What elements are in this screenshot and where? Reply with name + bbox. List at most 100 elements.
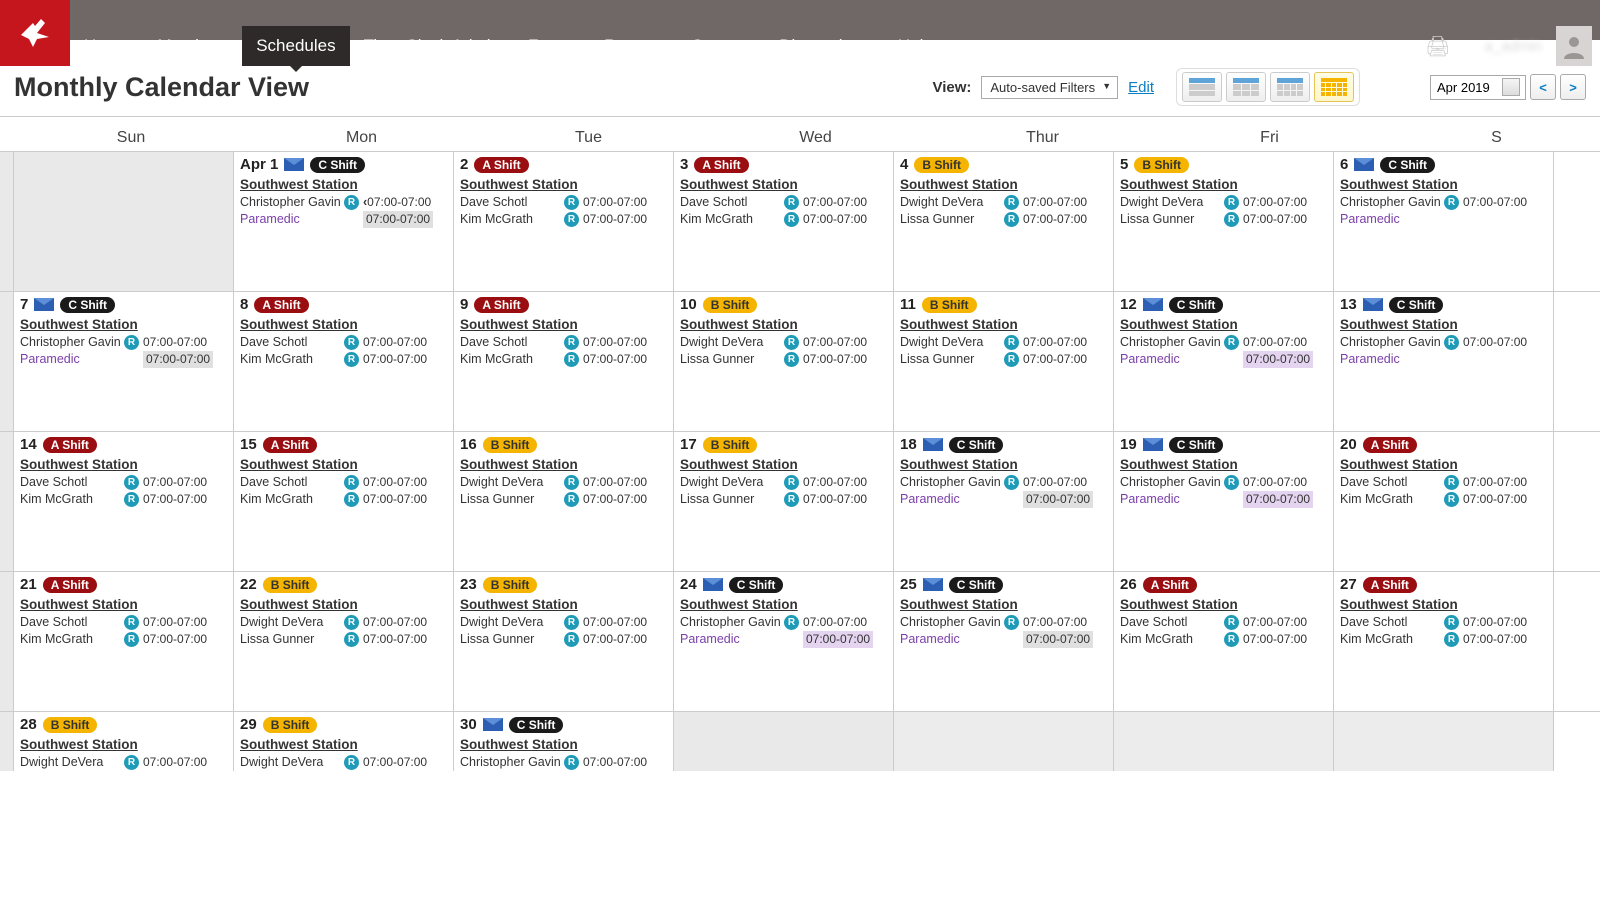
envelope-icon[interactable] — [703, 578, 723, 591]
assignment-row[interactable]: Lissa GunnerR07:00-07:00 — [900, 351, 1107, 368]
station-link[interactable]: Southwest Station — [680, 177, 887, 192]
day-cell[interactable]: 20A ShiftSouthwest StationDave SchotlR07… — [1334, 432, 1554, 571]
nav-forms[interactable]: Forms — [514, 26, 590, 66]
avatar[interactable] — [1556, 26, 1592, 66]
day-cell[interactable] — [1334, 712, 1554, 771]
day-cell[interactable]: 28B ShiftSouthwest StationDwight DeVeraR… — [14, 712, 234, 771]
envelope-icon[interactable] — [284, 158, 304, 171]
assignment-row[interactable]: Dave SchotlR07:00-07:00 — [460, 334, 667, 351]
day-cell[interactable]: 5B ShiftSouthwest StationDwight DeVeraR0… — [1114, 152, 1334, 291]
day-cell[interactable]: 2A ShiftSouthwest StationDave SchotlR07:… — [454, 152, 674, 291]
assignment-row[interactable]: Lissa GunnerR07:00-07:00 — [680, 491, 887, 508]
envelope-icon[interactable] — [923, 578, 943, 591]
assignment-row[interactable]: Kim McGrathR07:00-07:00 — [1340, 491, 1547, 508]
view-month-button[interactable] — [1314, 72, 1354, 102]
calendar-icon[interactable] — [1502, 78, 1520, 96]
envelope-icon[interactable] — [1354, 158, 1374, 171]
station-link[interactable]: Southwest Station — [680, 457, 887, 472]
station-link[interactable]: Southwest Station — [1340, 177, 1547, 192]
assignment-row[interactable]: Dave SchotlR07:00-07:00 — [240, 334, 447, 351]
assignment-row[interactable]: Kim McGrathR07:00-07:00 — [460, 351, 667, 368]
assignment-row[interactable]: Kim McGrathR07:00-07:00 — [460, 211, 667, 228]
day-cell[interactable]: 19C ShiftSouthwest StationChristopher Ga… — [1114, 432, 1334, 571]
assignment-row[interactable]: Dwight DeVeraR07:00-07:00 — [900, 334, 1107, 351]
station-link[interactable]: Southwest Station — [20, 457, 227, 472]
assignment-row[interactable]: Christopher GavinR07:00-07:00 — [1340, 194, 1547, 211]
envelope-icon[interactable] — [1143, 438, 1163, 451]
station-link[interactable]: Southwest Station — [1340, 317, 1547, 332]
station-link[interactable]: Southwest Station — [1340, 597, 1547, 612]
paramedic-row[interactable]: Paramedic07:00-07:00 — [1120, 351, 1327, 368]
assignment-row[interactable]: Lissa GunnerR07:00-07:00 — [460, 491, 667, 508]
day-cell[interactable]: 12C ShiftSouthwest StationChristopher Ga… — [1114, 292, 1334, 431]
assignment-row[interactable]: Dwight DeVeraR07:00-07:00 — [240, 614, 447, 631]
station-link[interactable]: Southwest Station — [1120, 597, 1327, 612]
assignment-row[interactable]: Christopher GavinR07:00-07:00 — [460, 754, 667, 771]
day-cell[interactable]: 27A ShiftSouthwest StationDave SchotlR07… — [1334, 572, 1554, 711]
envelope-icon[interactable] — [34, 298, 54, 311]
assignment-row[interactable]: Dave SchotlR07:00-07:00 — [1340, 474, 1547, 491]
paramedic-row[interactable]: Paramedic — [1340, 351, 1547, 368]
envelope-icon[interactable] — [1143, 298, 1163, 311]
edit-link[interactable]: Edit — [1128, 79, 1154, 96]
print-icon[interactable]: 🖨 — [1425, 34, 1450, 59]
assignment-row[interactable]: Kim McGrathR07:00-07:00 — [20, 631, 227, 648]
day-cell[interactable] — [674, 712, 894, 771]
paramedic-row[interactable]: Paramedic07:00-07:00 — [240, 211, 447, 228]
day-cell[interactable]: 8A ShiftSouthwest StationDave SchotlR07:… — [234, 292, 454, 431]
assignment-row[interactable]: Lissa GunnerR07:00-07:00 — [900, 211, 1107, 228]
assignment-row[interactable]: Dave SchotlR07:00-07:00 — [20, 474, 227, 491]
day-cell[interactable]: 29B ShiftSouthwest StationDwight DeVeraR… — [234, 712, 454, 771]
paramedic-row[interactable]: Paramedic07:00-07:00 — [900, 491, 1107, 508]
day-cell[interactable]: 6C ShiftSouthwest StationChristopher Gav… — [1334, 152, 1554, 291]
station-link[interactable]: Southwest Station — [20, 317, 227, 332]
station-link[interactable]: Southwest Station — [240, 597, 447, 612]
day-cell[interactable]: 17B ShiftSouthwest StationDwight DeVeraR… — [674, 432, 894, 571]
station-link[interactable]: Southwest Station — [240, 317, 447, 332]
station-link[interactable]: Southwest Station — [900, 457, 1107, 472]
assignment-row[interactable]: Dave SchotlR07:00-07:00 — [460, 194, 667, 211]
nav-members[interactable]: Members — [143, 26, 242, 66]
assignment-row[interactable]: Kim McGrathR07:00-07:00 — [20, 491, 227, 508]
day-cell[interactable]: 22B ShiftSouthwest StationDwight DeVeraR… — [234, 572, 454, 711]
station-link[interactable]: Southwest Station — [460, 317, 667, 332]
view-multiweek-button[interactable] — [1270, 72, 1310, 102]
view-day-button[interactable] — [1182, 72, 1222, 102]
assignment-row[interactable]: Christopher GavinR07:00-07:00 — [680, 614, 887, 631]
station-link[interactable]: Southwest Station — [240, 177, 447, 192]
day-cell[interactable]: 9A ShiftSouthwest StationDave SchotlR07:… — [454, 292, 674, 431]
station-link[interactable]: Southwest Station — [460, 597, 667, 612]
assignment-row[interactable]: Christopher GavinR‹ 07:00-07:00 — [240, 194, 447, 211]
assignment-row[interactable]: Christopher GavinR07:00-07:00 — [20, 334, 227, 351]
day-cell[interactable]: 10B ShiftSouthwest StationDwight DeVeraR… — [674, 292, 894, 431]
assignment-row[interactable]: Dwight DeVeraR07:00-07:00 — [460, 474, 667, 491]
filter-select[interactable]: Auto-saved Filters — [981, 76, 1118, 99]
station-link[interactable]: Southwest Station — [900, 177, 1107, 192]
assignment-row[interactable]: Lissa GunnerR07:00-07:00 — [1120, 211, 1327, 228]
assignment-row[interactable]: Dave SchotlR07:00-07:00 — [1340, 614, 1547, 631]
station-link[interactable]: Southwest Station — [1120, 317, 1327, 332]
assignment-row[interactable]: Kim McGrathR07:00-07:00 — [240, 351, 447, 368]
station-link[interactable]: Southwest Station — [1120, 457, 1327, 472]
prev-month-button[interactable]: < — [1530, 74, 1556, 100]
assignment-row[interactable]: Kim McGrathR07:00-07:00 — [1340, 631, 1547, 648]
view-week-button[interactable] — [1226, 72, 1266, 102]
nav-time-clock-admin[interactable]: Time Clock Admin — [350, 26, 514, 66]
logo[interactable] — [0, 0, 70, 66]
assignment-row[interactable]: Dave SchotlR07:00-07:00 — [1120, 614, 1327, 631]
nav-discussions[interactable]: Discussions — [765, 26, 884, 66]
nav-schedules[interactable]: Schedules — [242, 26, 349, 66]
day-cell[interactable]: 21A ShiftSouthwest StationDave SchotlR07… — [14, 572, 234, 711]
assignment-row[interactable]: Christopher GavinR07:00-07:00 — [1120, 334, 1327, 351]
assignment-row[interactable]: Christopher GavinR07:00-07:00 — [900, 614, 1107, 631]
day-cell[interactable]: 15A ShiftSouthwest StationDave SchotlR07… — [234, 432, 454, 571]
assignment-row[interactable]: Dwight DeVeraR07:00-07:00 — [900, 194, 1107, 211]
station-link[interactable]: Southwest Station — [20, 737, 227, 752]
day-cell[interactable]: 26A ShiftSouthwest StationDave SchotlR07… — [1114, 572, 1334, 711]
paramedic-row[interactable]: Paramedic07:00-07:00 — [1120, 491, 1327, 508]
station-link[interactable]: Southwest Station — [1120, 177, 1327, 192]
day-cell[interactable]: 25C ShiftSouthwest StationChristopher Ga… — [894, 572, 1114, 711]
assignment-row[interactable]: Christopher GavinR07:00-07:00 — [1120, 474, 1327, 491]
day-cell[interactable] — [894, 712, 1114, 771]
paramedic-row[interactable]: Paramedic07:00-07:00 — [20, 351, 227, 368]
